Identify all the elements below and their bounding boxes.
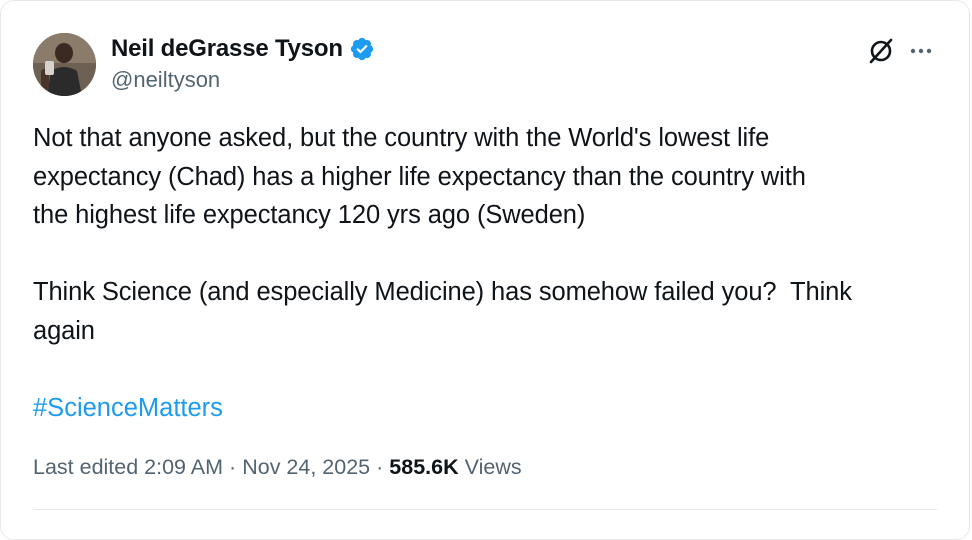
tweet-text: Not that anyone asked, but the country w… xyxy=(33,124,852,345)
edited-timestamp[interactable]: Last edited 2:09 AM xyxy=(33,451,223,483)
meta-separator: · xyxy=(229,455,237,479)
hashtag-link[interactable]: #ScienceMatters xyxy=(33,389,223,427)
more-options-icon[interactable] xyxy=(906,36,936,66)
views-label: Views xyxy=(464,455,522,479)
tweet-meta: Last edited 2:09 AM · Nov 24, 2025 · 585… xyxy=(33,451,522,483)
verified-badge-icon xyxy=(349,36,375,62)
author-handle[interactable]: @neiltyson xyxy=(111,67,220,93)
tweet-card: Neil deGrasse Tyson @neiltyson Not that … xyxy=(0,0,970,540)
author-name-row: Neil deGrasse Tyson xyxy=(111,34,375,64)
tweet-date[interactable]: Nov 24, 2025 xyxy=(242,451,370,483)
divider xyxy=(33,509,937,510)
meta-separator: · xyxy=(376,455,384,479)
author-name[interactable]: Neil deGrasse Tyson xyxy=(111,35,343,63)
views-count: 585.6K xyxy=(389,455,459,479)
avatar[interactable] xyxy=(33,33,96,96)
grok-icon[interactable] xyxy=(867,37,895,65)
